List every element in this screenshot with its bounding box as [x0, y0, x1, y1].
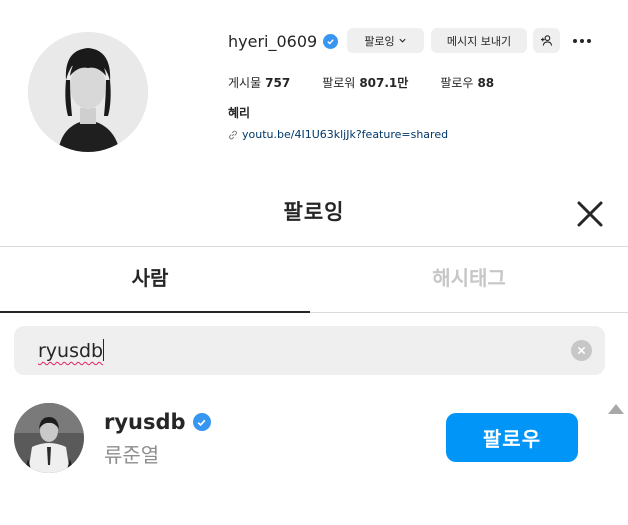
following-button[interactable]: 팔로잉: [347, 28, 424, 53]
message-button[interactable]: 메시지 보내기: [431, 28, 527, 53]
result-full-name: 류준열: [104, 443, 160, 467]
following-button-label: 팔로잉: [364, 34, 395, 48]
result-username[interactable]: ryusdb: [104, 410, 186, 434]
profile-username: hyeri_0609: [228, 31, 318, 51]
following-label: 팔로우: [440, 76, 474, 90]
modal-divider: [0, 246, 628, 247]
followers-stat[interactable]: 팔로워 807.1만: [322, 74, 408, 91]
link-icon: [229, 130, 237, 139]
verified-badge-icon: [192, 413, 211, 431]
list-item[interactable]: ryusdb 류준열 팔로우: [0, 396, 600, 480]
profile-stats: 게시물 757 팔로워 807.1만 팔로우 88: [228, 74, 494, 91]
tab-hashtags[interactable]: 해시태그: [310, 262, 628, 291]
followers-count: 807.1만: [359, 76, 409, 90]
message-button-label: 메시지 보내기: [446, 34, 512, 48]
close-icon: [577, 201, 603, 227]
posts-stat: 게시물 757: [228, 74, 290, 91]
verified-badge-icon: [323, 33, 339, 49]
search-field[interactable]: ryusdb: [14, 326, 605, 375]
scroll-up-icon[interactable]: [608, 404, 624, 414]
profile-photo: [28, 32, 148, 152]
add-user-icon: [540, 35, 553, 46]
more-icon: [573, 38, 591, 43]
posts-label: 게시물: [228, 76, 262, 90]
active-tab-indicator: [0, 311, 310, 313]
followers-label: 팔로워: [322, 76, 356, 90]
profile-avatar[interactable]: [28, 32, 148, 152]
clear-search-button[interactable]: [571, 340, 592, 361]
chevron-down-icon: [399, 38, 406, 43]
modal-title: 팔로잉: [283, 200, 345, 224]
search-input[interactable]: ryusdb: [38, 339, 105, 362]
profile-full-name: 혜리: [228, 106, 251, 120]
posts-count: 757: [265, 76, 291, 90]
suggest-users-button[interactable]: [533, 28, 560, 53]
result-username-row: ryusdb: [104, 410, 211, 434]
close-button[interactable]: [575, 199, 605, 229]
tab-people[interactable]: 사람: [0, 262, 300, 291]
search-input-value: ryusdb: [38, 340, 104, 362]
following-count: 88: [477, 76, 495, 90]
result-avatar[interactable]: [14, 403, 84, 473]
profile-link-text: youtu.be/4I1U63kljJk?feature=shared: [242, 128, 449, 141]
clear-search-icon: [577, 346, 586, 355]
more-options-button[interactable]: [567, 28, 597, 53]
following-stat[interactable]: 팔로우 88: [440, 74, 494, 91]
text-cursor: [103, 339, 105, 361]
profile-username-row: hyeri_0609: [228, 30, 339, 52]
result-photo: [14, 403, 84, 473]
follow-button[interactable]: 팔로우: [446, 413, 578, 462]
profile-link[interactable]: youtu.be/4I1U63kljJk?feature=shared: [228, 128, 448, 141]
